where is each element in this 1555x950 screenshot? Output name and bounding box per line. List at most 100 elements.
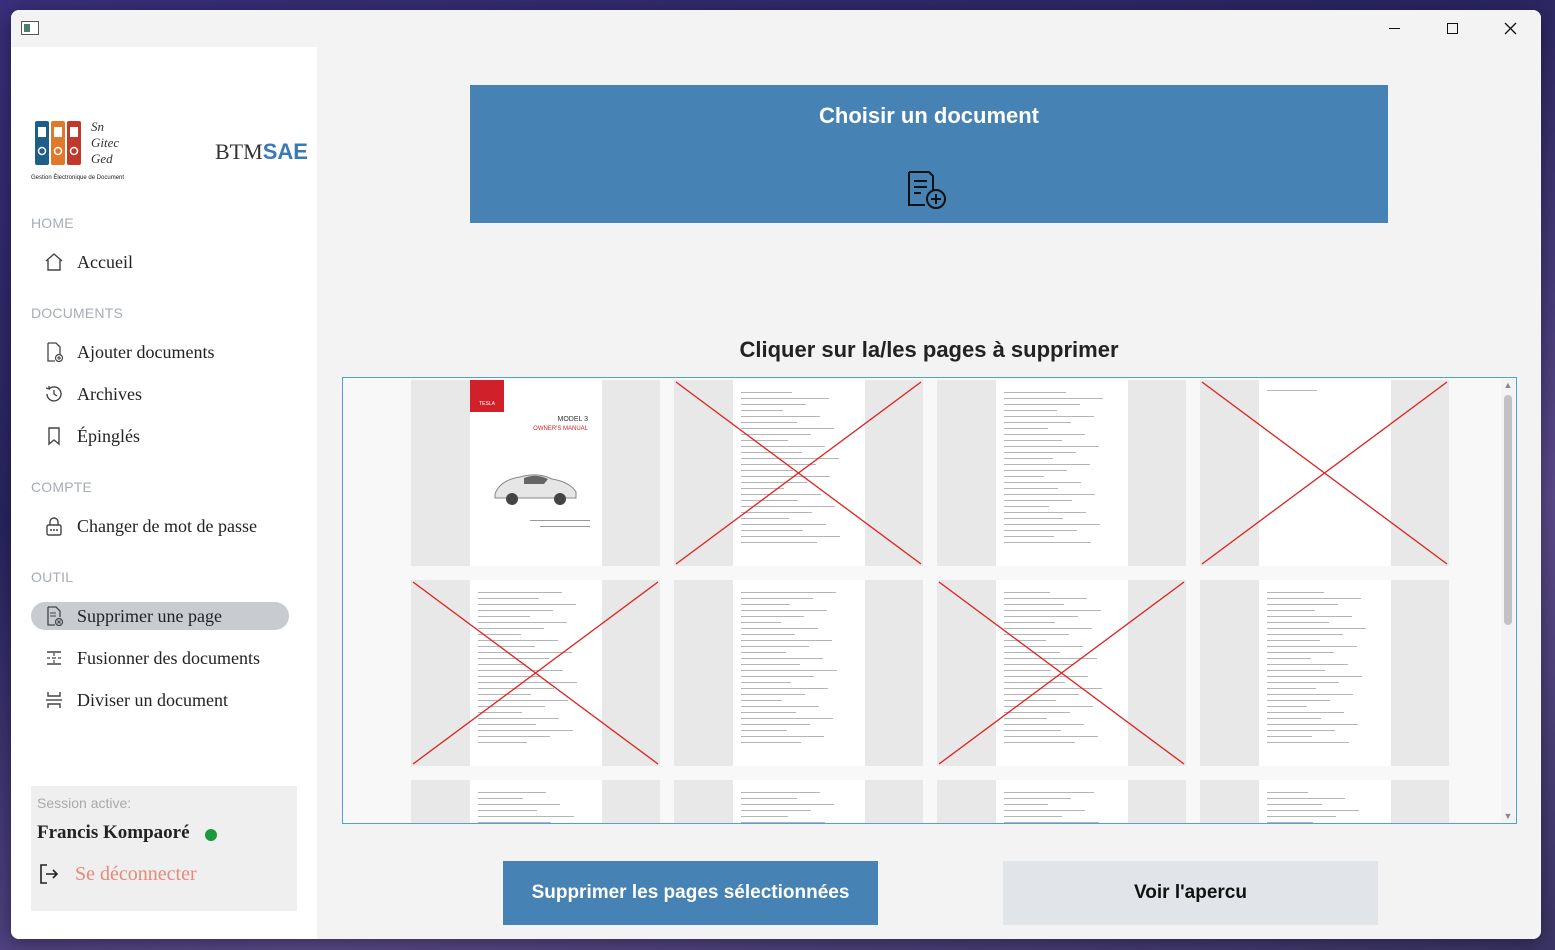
- page-thumbnail[interactable]: [411, 580, 660, 766]
- delete-selected-pages-button[interactable]: Supprimer les pages sélectionnées: [503, 861, 878, 925]
- sidebar-item-label: Diviser un document: [77, 689, 228, 710]
- text-line: [1004, 398, 1103, 399]
- text-line: [1267, 622, 1329, 623]
- page-thumbnail[interactable]: TESLA MODEL 3 OWNER'S MANUAL: [411, 380, 660, 566]
- maximize-button[interactable]: [1423, 10, 1481, 47]
- page-preview: [996, 580, 1128, 766]
- sidebar-item-label: Épinglés: [77, 425, 140, 446]
- close-button[interactable]: [1481, 10, 1539, 47]
- text-line: [741, 622, 781, 623]
- scroll-down-arrow[interactable]: ▼: [1501, 811, 1515, 821]
- text-line: [741, 712, 796, 713]
- sidebar-item-label: Fusionner des documents: [77, 647, 260, 668]
- brand-name: BTMSAE: [215, 139, 308, 165]
- scroll-up-arrow[interactable]: ▲: [1501, 380, 1515, 390]
- text-line: [478, 736, 550, 737]
- page-preview: [1259, 780, 1391, 823]
- page-preview: [996, 780, 1128, 823]
- text-line: [1004, 640, 1046, 641]
- text-line: [478, 822, 551, 823]
- page-thumbnail-grid[interactable]: TESLA MODEL 3 OWNER'S MANUAL ▲ ▼: [342, 377, 1517, 824]
- text-line: [741, 530, 803, 531]
- text-line: [1267, 730, 1335, 731]
- page-thumbnail[interactable]: [411, 780, 660, 823]
- page-thumbnail[interactable]: [1200, 380, 1449, 566]
- sidebar-item-epingles[interactable]: Épinglés: [31, 422, 289, 450]
- minimize-button[interactable]: [1365, 10, 1423, 47]
- text-line: [1267, 676, 1362, 677]
- sidebar-item-changer-mdp[interactable]: Changer de mot de passe: [31, 512, 289, 540]
- text-line: [741, 446, 825, 447]
- sidebar-item-fusionner[interactable]: Fusionner des documents: [31, 644, 289, 672]
- brand-accent: SAE: [262, 139, 308, 164]
- app-icon: [21, 21, 39, 35]
- text-line: [741, 440, 788, 441]
- page-thumbnail[interactable]: [937, 380, 1186, 566]
- text-line: [478, 652, 572, 653]
- text-line: [1004, 658, 1097, 659]
- text-line: [741, 500, 798, 501]
- section-home: HOME: [31, 215, 74, 231]
- choose-document-button[interactable]: Choisir un document: [470, 85, 1388, 223]
- page-preview: [733, 580, 865, 766]
- page-preview: [1259, 380, 1391, 566]
- sidebar-item-label: Ajouter documents: [77, 341, 215, 362]
- text-line: [741, 724, 810, 725]
- page-thumbnail[interactable]: [674, 780, 923, 823]
- text-line: [741, 792, 820, 793]
- text-line: [1004, 542, 1091, 543]
- text-line: [478, 610, 553, 611]
- text-line: [741, 670, 837, 671]
- sidebar-item-label: Changer de mot de passe: [77, 515, 257, 536]
- page-thumbnail[interactable]: [937, 580, 1186, 766]
- preview-button[interactable]: Voir l'apercu: [1003, 861, 1378, 925]
- text-line: [1004, 670, 1051, 671]
- page-thumbnail[interactable]: [674, 380, 923, 566]
- sidebar-item-diviser[interactable]: Diviser un document: [31, 686, 289, 714]
- text-line: [1267, 700, 1330, 701]
- sidebar-item-supprimer[interactable]: Supprimer une page: [31, 602, 289, 630]
- logo-caption: Gestion Électronique de Document: [31, 175, 125, 181]
- page-thumbnail[interactable]: [937, 780, 1186, 823]
- vertical-scrollbar[interactable]: ▲ ▼: [1501, 379, 1515, 822]
- text-line: [741, 664, 800, 665]
- sidebar-item-archives[interactable]: Archives: [31, 380, 289, 408]
- main-panel: Choisir un document Cliquer sur la/les p…: [317, 47, 1541, 939]
- page-preview: TESLA MODEL 3 OWNER'S MANUAL: [470, 380, 602, 566]
- section-outil: OUTIL: [31, 569, 74, 585]
- scroll-thumb[interactable]: [1504, 395, 1512, 625]
- text-line: [741, 458, 839, 459]
- page-thumbnail[interactable]: [1200, 580, 1449, 766]
- text-line: [1267, 390, 1317, 391]
- text-line: [741, 718, 833, 719]
- text-line: [741, 640, 832, 641]
- page-thumbnail[interactable]: [674, 580, 923, 766]
- page-thumbnail[interactable]: [1200, 780, 1449, 823]
- text-line: [741, 482, 807, 483]
- text-line: [1004, 476, 1044, 477]
- text-line: [1267, 742, 1349, 743]
- status-online-dot: [205, 829, 217, 841]
- text-line: [1004, 422, 1071, 423]
- text-line: [741, 616, 804, 617]
- text-line: [478, 730, 573, 731]
- sidebar-item-ajouter[interactable]: Ajouter documents: [31, 338, 289, 366]
- text-line: [741, 434, 811, 435]
- text-line: [1004, 628, 1092, 629]
- text-line: [1267, 610, 1315, 611]
- logout-button[interactable]: Se déconnecter: [37, 862, 197, 886]
- cover-footer-line: [540, 526, 590, 527]
- sidebar-item-accueil[interactable]: Accueil: [31, 248, 289, 276]
- text-line: [1004, 730, 1061, 731]
- text-line: [1004, 652, 1060, 653]
- car-image: [494, 474, 577, 505]
- text-line: [478, 810, 537, 811]
- cover-footer-line: [530, 520, 590, 521]
- text-line: [1267, 682, 1339, 683]
- text-line: [1004, 404, 1080, 405]
- text-line: [1004, 700, 1056, 701]
- text-line: [1004, 682, 1065, 683]
- cover-subtitle: OWNER'S MANUAL: [533, 426, 588, 432]
- text-line: [1004, 694, 1079, 695]
- text-line: [1267, 694, 1353, 695]
